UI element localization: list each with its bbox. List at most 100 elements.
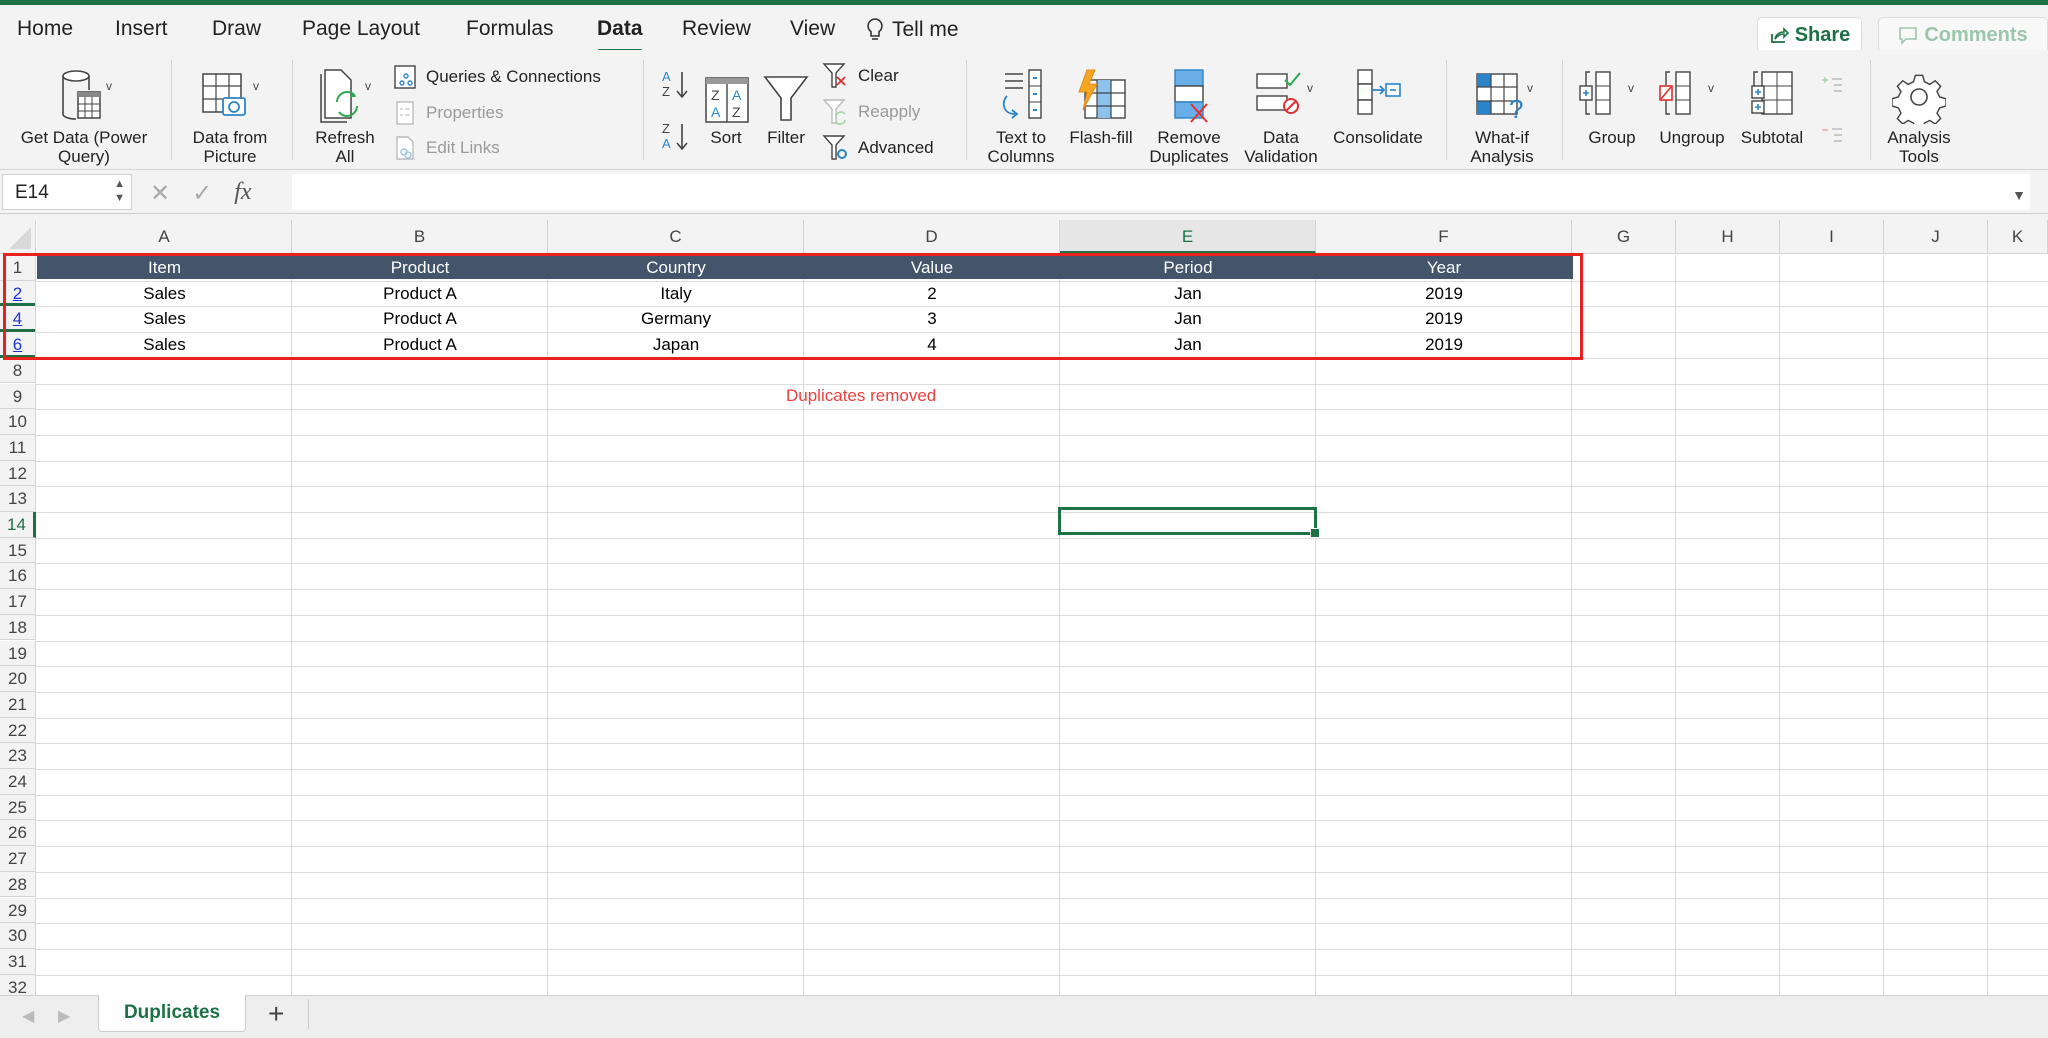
row-gridline [36, 820, 2048, 822]
confirm-icon[interactable]: ✓ [192, 179, 212, 208]
sort-button[interactable]: ZAAZ Sort [700, 64, 752, 147]
cancel-icon[interactable]: ✕ [150, 179, 170, 208]
column-header-e[interactable]: E [1060, 220, 1316, 254]
column-header-g[interactable]: G [1572, 220, 1676, 254]
column-gridline [1883, 255, 1884, 995]
properties-button[interactable]: Properties [392, 100, 503, 126]
row-header-18[interactable]: 18 [0, 614, 36, 641]
svg-text:Z: Z [662, 84, 670, 99]
what-if-analysis-button[interactable]: ? v What-if Analysis [1458, 64, 1546, 166]
row-header-19[interactable]: 19 [0, 640, 36, 667]
row-header-26[interactable]: 26 [0, 820, 36, 847]
data-from-picture-button[interactable]: v Data from Picture [185, 64, 275, 166]
tab-data[interactable]: Data [597, 17, 643, 54]
row-header-23[interactable]: 23 [0, 743, 36, 769]
svg-text:v: v [1307, 81, 1313, 95]
column-header-j[interactable]: J [1884, 220, 1988, 254]
next-sheet-icon[interactable]: ▶ [58, 1006, 70, 1026]
refresh-all-button[interactable]: v Refresh All [305, 64, 385, 166]
add-sheet-icon[interactable]: + [268, 998, 284, 1030]
remove-duplicates-icon [1174, 69, 1208, 123]
analysis-tools-button[interactable]: Analysis Tools [1880, 64, 1958, 166]
clear-filter-button[interactable]: Clear [822, 62, 899, 90]
text-to-columns-button[interactable]: Text to Columns [982, 64, 1060, 166]
get-data-button[interactable]: v Get Data (Power Query) [14, 64, 154, 166]
advanced-filter-button[interactable]: Advanced [822, 134, 934, 162]
tab-review[interactable]: Review [682, 17, 751, 41]
column-header-b[interactable]: B [292, 220, 548, 254]
row-header-13[interactable]: 13 [0, 486, 36, 512]
name-box-spinner[interactable]: ▲ ▼ [114, 177, 125, 205]
tab-page-layout[interactable]: Page Layout [302, 17, 420, 41]
flash-fill-button[interactable]: Flash-fill [1063, 64, 1139, 147]
data-validation-button[interactable]: v Data Validation [1238, 64, 1324, 166]
row-header-22[interactable]: 22 [0, 717, 36, 744]
select-all-button[interactable] [0, 220, 36, 254]
row-header-12[interactable]: 12 [0, 460, 36, 487]
row-header-16[interactable]: 16 [0, 563, 36, 590]
group-button[interactable]: v Group [1572, 64, 1652, 147]
comments-button[interactable]: Comments [1878, 17, 2048, 53]
queries-connections-button[interactable]: Queries & Connections [392, 64, 601, 90]
row-header-20[interactable]: 20 [0, 666, 36, 692]
row-header-24[interactable]: 24 [0, 769, 36, 795]
row-header-8[interactable]: 8 [0, 357, 36, 384]
remove-duplicates-button[interactable]: Remove Duplicates [1146, 64, 1232, 166]
sort-z-to-a-button[interactable]: ZA [660, 120, 692, 154]
row-gridline [36, 743, 2048, 745]
tab-draw[interactable]: Draw [212, 17, 261, 41]
row-header-31[interactable]: 31 [0, 948, 36, 975]
row-header-9[interactable]: 9 [0, 383, 36, 410]
tab-view[interactable]: View [790, 17, 835, 41]
insert-function-icon[interactable]: fx [234, 179, 251, 208]
row-header-30[interactable]: 30 [0, 923, 36, 949]
sheet-tab-duplicates[interactable]: Duplicates [98, 995, 246, 1032]
column-header-k[interactable]: K [1988, 220, 2048, 254]
ungroup-button[interactable]: v Ungroup [1652, 64, 1732, 147]
formula-input[interactable]: ▼ [292, 174, 2030, 210]
row-header-17[interactable]: 17 [0, 589, 36, 615]
sort-a-to-z-button[interactable]: AZ [660, 68, 692, 102]
column-header-f[interactable]: F [1316, 220, 1572, 254]
sheet-tab-bar: ◀ ▶ Duplicates + [0, 995, 2048, 1038]
analysis-tools-label-2: Tools [1899, 147, 1939, 166]
subtotal-button[interactable]: Subtotal [1734, 64, 1810, 147]
reapply-button[interactable]: Reapply [822, 98, 920, 126]
svg-text:v: v [106, 79, 112, 93]
column-header-i[interactable]: I [1780, 220, 1884, 254]
column-header-a[interactable]: A [37, 220, 292, 254]
name-box[interactable]: E14 ▲ ▼ [2, 174, 132, 210]
column-header-c[interactable]: C [548, 220, 804, 254]
worksheet-grid[interactable]: ABCDEFGHIJK 1 2 4 6 8 9 10 11 12 13 14 15 16 17 18 19 20… [0, 220, 2048, 1002]
consolidate-button[interactable]: Consolidate [1328, 64, 1428, 147]
data-from-picture-label-1: Data from [192, 128, 268, 147]
row-header-21[interactable]: 21 [0, 691, 36, 718]
expand-formula-bar-icon[interactable]: ▼ [2012, 187, 2026, 203]
selected-cell[interactable] [1058, 507, 1320, 538]
tab-home[interactable]: Home [17, 17, 73, 41]
row-header-28[interactable]: 28 [0, 871, 36, 898]
tell-me-search[interactable]: Tell me [866, 17, 959, 43]
tab-formulas[interactable]: Formulas [466, 17, 554, 41]
column-header-d[interactable]: D [804, 220, 1060, 254]
row-header-15[interactable]: 15 [0, 537, 36, 564]
flash-fill-icon [1078, 69, 1126, 119]
filter-button[interactable]: Filter [760, 64, 812, 147]
prev-sheet-icon[interactable]: ◀ [22, 1006, 34, 1026]
text-to-columns-label-1: Text to [995, 128, 1047, 147]
row-gridline [36, 717, 2048, 719]
row-header-27[interactable]: 27 [0, 846, 36, 872]
row-header-29[interactable]: 29 [0, 897, 36, 924]
tab-insert[interactable]: Insert [115, 17, 168, 41]
hide-detail-button[interactable] [1820, 124, 1844, 148]
share-button[interactable]: Share [1757, 17, 1862, 53]
comment-icon [1899, 27, 1918, 45]
row-header-14[interactable]: 14 [0, 512, 36, 538]
row-header-10[interactable]: 10 [0, 409, 36, 435]
highlight-box [3, 253, 1583, 360]
show-detail-button[interactable] [1820, 74, 1844, 98]
edit-links-button[interactable]: Edit Links [392, 135, 500, 161]
column-header-h[interactable]: H [1676, 220, 1780, 254]
row-header-25[interactable]: 25 [0, 794, 36, 821]
row-header-11[interactable]: 11 [0, 434, 36, 461]
